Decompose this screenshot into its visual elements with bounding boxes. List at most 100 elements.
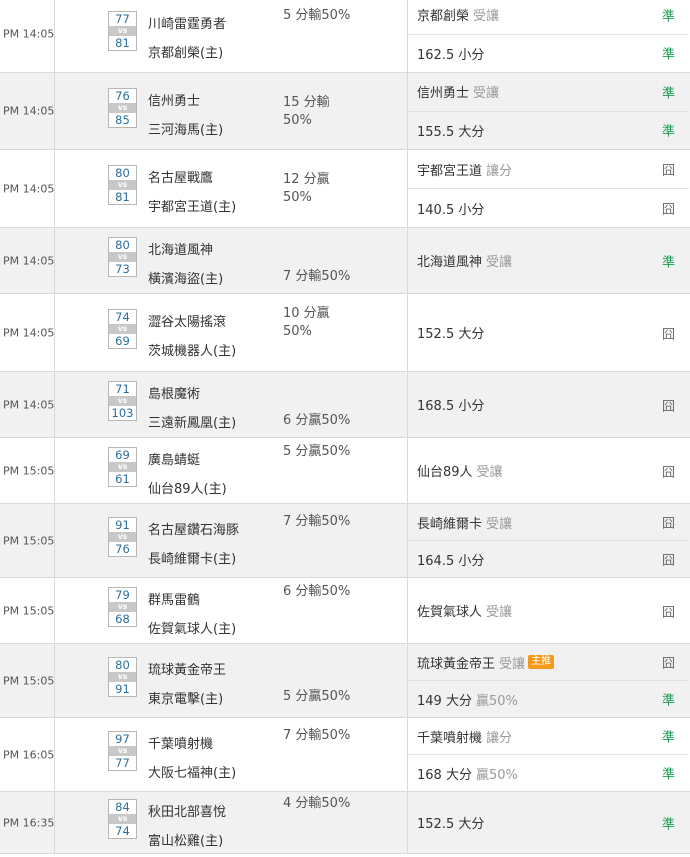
picks-cell: 北海道風神 受讓 準 bbox=[407, 228, 689, 293]
away-team[interactable]: 名古屋鑽石海豚 bbox=[148, 519, 239, 538]
pick-main[interactable]: 千葉噴射機 bbox=[417, 727, 482, 746]
home-team[interactable]: 富山松雞(主) bbox=[148, 830, 223, 849]
home-score: 91 bbox=[115, 682, 130, 696]
score-box: 80 vs 81 bbox=[108, 165, 137, 205]
home-team[interactable]: 三遠新鳳凰(主) bbox=[148, 412, 236, 431]
pick-line: 仙台89人 受讓 囧 bbox=[408, 438, 689, 503]
pick-main[interactable]: 佐賀氣球人 bbox=[417, 601, 482, 620]
pick-line: 佐賀氣球人 受讓 囧 bbox=[408, 578, 689, 643]
home-score: 68 bbox=[115, 612, 130, 626]
match-cell: 74 vs 69 澀谷太陽搖滾 茨城機器人(主) 10 分贏 50% bbox=[55, 294, 407, 371]
away-team[interactable]: 信州勇士 bbox=[148, 90, 200, 109]
pick-main[interactable]: 155.5 大分 bbox=[417, 121, 484, 140]
game-time: PM 14:05 bbox=[3, 254, 55, 267]
pick-line: 琉球黃金帝王 受讓 主推 囧 bbox=[408, 644, 689, 681]
game-row: PM 15:05 79 vs 68 群馬雷鶴 佐賀氣球人(主) 6 分輸50% … bbox=[0, 578, 690, 644]
home-team[interactable]: 橫濱海盜(主) bbox=[148, 268, 223, 287]
time-cell: PM 14:05 bbox=[0, 0, 55, 72]
away-team[interactable]: 北海道風神 bbox=[148, 239, 213, 258]
away-team[interactable]: 琉球黃金帝王 bbox=[148, 659, 226, 678]
handicap-result: 6 分贏50% bbox=[283, 413, 351, 428]
home-team[interactable]: 東京電擊(主) bbox=[148, 688, 223, 707]
game-row: PM 15:05 91 vs 76 名古屋鑽石海豚 長崎維爾卡(主) 7 分輸5… bbox=[0, 504, 690, 578]
pick-line: 京都創榮 受讓 準 bbox=[408, 0, 689, 35]
handicap-result: 5 分輸50% bbox=[283, 8, 351, 23]
home-score: 103 bbox=[111, 406, 134, 420]
result-mark: 囧 bbox=[662, 399, 676, 414]
home-score: 69 bbox=[115, 334, 130, 348]
home-team[interactable]: 長崎維爾卡(主) bbox=[148, 548, 236, 567]
pick-main[interactable]: 152.5 大分 bbox=[417, 813, 484, 832]
game-row: PM 16:05 97 vs 77 千葉噴射機 大阪七福神(主) 7 分輸50%… bbox=[0, 718, 690, 792]
vs-label: vs bbox=[109, 532, 136, 542]
picks-cell: 佐賀氣球人 受讓 囧 bbox=[407, 578, 689, 643]
pick-main[interactable]: 京都創榮 bbox=[417, 5, 469, 24]
handicap-result: 15 分輸 50% bbox=[283, 95, 330, 128]
pick-main[interactable]: 長崎維爾卡 bbox=[417, 513, 482, 532]
pick-main[interactable]: 164.5 小分 bbox=[417, 550, 484, 569]
match-cell: 97 vs 77 千葉噴射機 大阪七福神(主) 7 分輸50% bbox=[55, 718, 407, 791]
away-team[interactable]: 島根魔術 bbox=[148, 383, 200, 402]
away-team[interactable]: 澀谷太陽搖滾 bbox=[148, 311, 226, 330]
game-time: PM 14:05 bbox=[3, 182, 55, 195]
vs-label: vs bbox=[109, 180, 136, 190]
vs-label: vs bbox=[109, 252, 136, 262]
pick-main[interactable]: 仙台89人 bbox=[417, 461, 473, 480]
game-row: PM 14:05 71 vs 103 島根魔術 三遠新鳳凰(主) 6 分贏50%… bbox=[0, 372, 690, 438]
home-team[interactable]: 宇都宮王道(主) bbox=[148, 196, 236, 215]
pick-line: 宇都宮王道 讓分 囧 bbox=[408, 150, 689, 189]
pick-line: 162.5 小分 準 bbox=[408, 35, 689, 73]
game-time: PM 16:35 bbox=[3, 816, 55, 829]
away-score: 77 bbox=[115, 12, 130, 26]
pick-main[interactable]: 152.5 大分 bbox=[417, 323, 484, 342]
picks-cell: 宇都宮王道 讓分 囧 140.5 小分 囧 bbox=[407, 150, 689, 227]
result-mark: 囧 bbox=[662, 163, 676, 179]
game-time: PM 15:05 bbox=[3, 464, 55, 477]
match-cell: 80 vs 73 北海道風神 橫濱海盜(主) 7 分輸50% bbox=[55, 228, 407, 293]
pick-line: 千葉噴射機 讓分 準 bbox=[408, 718, 689, 755]
match-cell: 77 vs 81 川崎雷霆勇者 京都創榮(主) 5 分輸50% bbox=[55, 0, 407, 72]
pick-main[interactable]: 168.5 小分 bbox=[417, 395, 484, 414]
home-team[interactable]: 茨城機器人(主) bbox=[148, 340, 236, 359]
score-box: 84 vs 74 bbox=[108, 799, 137, 839]
game-time: PM 15:05 bbox=[3, 674, 55, 687]
home-team[interactable]: 三河海馬(主) bbox=[148, 119, 223, 138]
result-mark: 準 bbox=[662, 767, 676, 783]
pick-main[interactable]: 162.5 小分 bbox=[417, 44, 484, 63]
vs-label: vs bbox=[109, 103, 136, 113]
handicap-result: 4 分輸50% bbox=[283, 796, 351, 811]
handicap-result: 10 分贏 50% bbox=[283, 306, 330, 339]
result-mark: 準 bbox=[662, 86, 676, 102]
pick-main[interactable]: 168 大分 bbox=[417, 764, 472, 783]
pick-main[interactable]: 140.5 小分 bbox=[417, 199, 484, 218]
score-box: 80 vs 73 bbox=[108, 237, 137, 277]
pick-line: 149 大分 贏50% 準 bbox=[408, 681, 689, 717]
vs-label: vs bbox=[109, 814, 136, 824]
away-score: 80 bbox=[115, 658, 130, 672]
pick-main[interactable]: 149 大分 bbox=[417, 690, 472, 709]
pick-line: 140.5 小分 囧 bbox=[408, 189, 689, 227]
score-box: 79 vs 68 bbox=[108, 587, 137, 627]
away-team[interactable]: 群馬雷鶴 bbox=[148, 589, 200, 608]
home-team[interactable]: 仙台89人(主) bbox=[148, 478, 227, 497]
game-time: PM 14:05 bbox=[3, 27, 55, 41]
game-list: PM 14:05 77 vs 81 川崎雷霆勇者 京都創榮(主) 5 分輸50%… bbox=[0, 0, 690, 854]
away-team[interactable]: 千葉噴射機 bbox=[148, 733, 213, 752]
away-team[interactable]: 廣島蜻蜓 bbox=[148, 449, 200, 468]
away-score: 80 bbox=[115, 238, 130, 252]
home-team[interactable]: 大阪七福神(主) bbox=[148, 762, 236, 781]
pick-main[interactable]: 宇都宮王道 bbox=[417, 160, 482, 179]
pick-main[interactable]: 北海道風神 bbox=[417, 251, 482, 270]
pick-main[interactable]: 信州勇士 bbox=[417, 82, 469, 101]
home-team[interactable]: 佐賀氣球人(主) bbox=[148, 618, 236, 637]
away-score: 74 bbox=[115, 310, 130, 324]
away-team[interactable]: 秋田北部喜悅 bbox=[148, 801, 226, 820]
home-score: 81 bbox=[115, 190, 130, 204]
pick-main[interactable]: 琉球黃金帝王 bbox=[417, 653, 495, 672]
picks-cell: 信州勇士 受讓 準 155.5 大分 準 bbox=[407, 73, 689, 149]
home-team[interactable]: 京都創榮(主) bbox=[148, 42, 223, 61]
away-team[interactable]: 川崎雷霆勇者 bbox=[148, 13, 226, 32]
away-score: 97 bbox=[115, 732, 130, 746]
away-team[interactable]: 名古屋戰鷹 bbox=[148, 167, 213, 186]
vs-label: vs bbox=[109, 396, 136, 406]
